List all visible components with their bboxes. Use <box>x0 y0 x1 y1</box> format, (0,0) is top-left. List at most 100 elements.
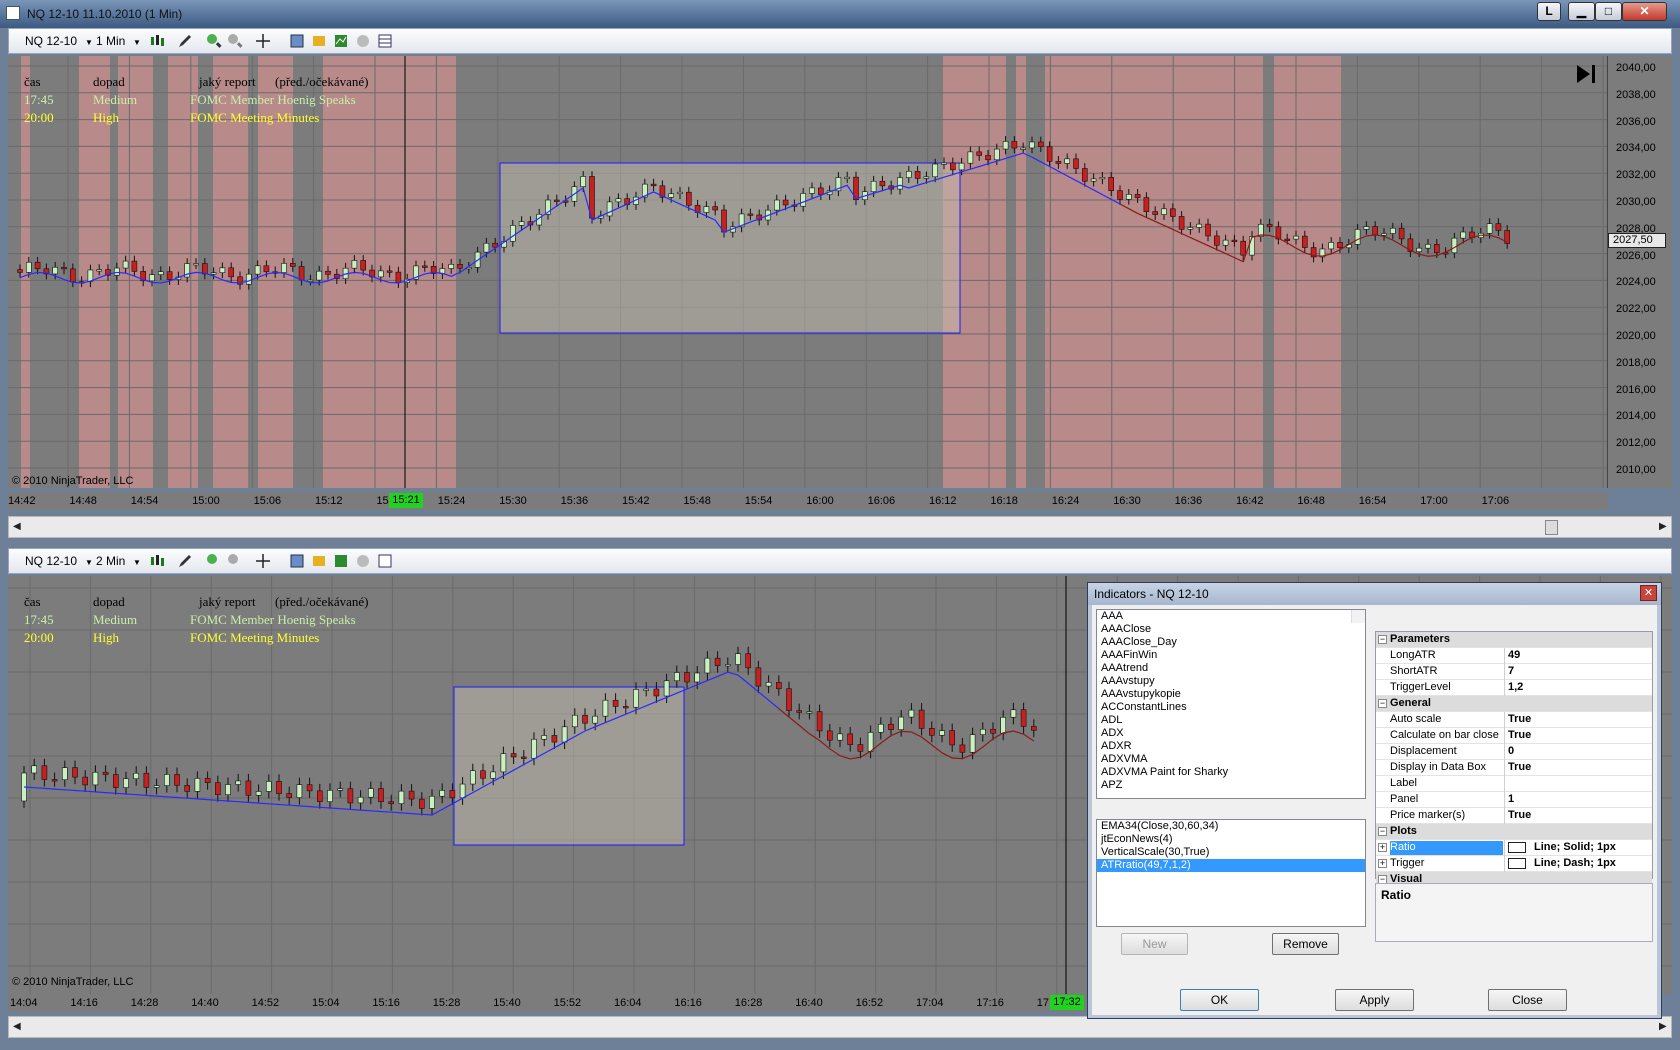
indicator-list-item[interactable]: APZ <box>1097 779 1365 792</box>
property-value[interactable]: True <box>1508 729 1531 741</box>
data-box-icon[interactable] <box>377 33 393 49</box>
property-row[interactable]: Panel 1 <box>1376 792 1652 808</box>
property-value[interactable]: 7 <box>1508 665 1514 677</box>
property-row[interactable]: TriggerLevel 1,2 <box>1376 680 1652 696</box>
property-value[interactable]: Line; Solid; 1px <box>1508 841 1616 853</box>
properties-icon[interactable] <box>289 33 305 49</box>
property-row[interactable]: Calculate on bar close True <box>1376 728 1652 744</box>
minimize-button[interactable]: ▁ <box>1568 2 1595 21</box>
chevron-down-icon[interactable]: ▼ <box>133 558 141 567</box>
time-axis-top[interactable]: 14:42 14:48 14:54 15:00 15:06 15:12 15:1 15:24 1… <box>8 492 1608 510</box>
period-selector[interactable]: 2 Min <box>96 554 125 568</box>
link-button[interactable]: L <box>1537 2 1561 21</box>
indicator-list-item[interactable]: ADL <box>1097 714 1365 727</box>
property-category[interactable]: − General <box>1376 696 1652 712</box>
property-value[interactable]: 0 <box>1508 745 1514 757</box>
crosshair-icon[interactable] <box>255 33 271 49</box>
property-value[interactable]: True <box>1508 761 1531 773</box>
ok-button[interactable]: OK <box>1180 989 1259 1011</box>
property-value[interactable]: 49 <box>1508 649 1520 661</box>
indicator-list-item[interactable]: AAA <box>1097 610 1365 623</box>
property-value[interactable]: 1 <box>1508 793 1514 805</box>
applied-indicator-item[interactable]: VerticalScale(30,True) <box>1097 846 1365 859</box>
property-value[interactable]: Line; Dash; 1px <box>1508 857 1616 869</box>
indicator-list-item[interactable]: AAAClose_Day <box>1097 636 1365 649</box>
crosshair-icon[interactable] <box>255 553 271 569</box>
chevron-down-icon[interactable]: ▼ <box>133 38 141 47</box>
draw-pencil-icon[interactable] <box>177 33 193 49</box>
candlestick-style-icon[interactable] <box>149 553 165 569</box>
property-row[interactable]: Auto scale True <box>1376 712 1652 728</box>
horizontal-scrollbar-bottom[interactable]: ◀ ▶ <box>8 1016 1672 1038</box>
indicator-list-item[interactable]: ADXR <box>1097 740 1365 753</box>
property-row[interactable]: Display in Data Box True <box>1376 760 1652 776</box>
property-category[interactable]: − Plots <box>1376 824 1652 840</box>
property-value[interactable]: True <box>1508 713 1531 725</box>
indicator-list-item[interactable]: AAAvstupykopie <box>1097 688 1365 701</box>
instrument-selector[interactable]: NQ 12-10 <box>25 554 77 568</box>
applied-indicator-item[interactable]: ATRratio(49,7,1,2) <box>1097 859 1365 872</box>
go-to-end-icon[interactable] <box>1574 62 1598 86</box>
close-icon[interactable]: ✕ <box>1640 585 1657 601</box>
candlestick-style-icon[interactable] <box>149 33 165 49</box>
remove-button[interactable]: Remove <box>1272 933 1339 955</box>
price-chart-1min[interactable]: 2040,00 2038,00 2036,00 2034,00 2032,00 2030,… <box>8 56 1672 488</box>
property-row[interactable]: + Ratio Line; Solid; 1px <box>1376 840 1652 856</box>
color-swatch[interactable] <box>1508 857 1526 869</box>
available-indicators-list[interactable]: AAA AAAClose AAAClose_Day AAAFinWin AAAtrend… <box>1096 609 1366 799</box>
expand-icon[interactable]: + <box>1378 843 1387 852</box>
indicator-list-item[interactable]: AAAtrend <box>1097 662 1365 675</box>
collapse-icon[interactable]: − <box>1378 699 1387 708</box>
scroll-right-arrow[interactable]: ▶ <box>1659 521 1667 532</box>
indicator-list-item[interactable]: ADX <box>1097 727 1365 740</box>
indicators-icon[interactable] <box>333 553 349 569</box>
applied-indicator-item[interactable]: EMA34(Close,30,60,34) <box>1097 820 1365 833</box>
scroll-left-arrow[interactable]: ◀ <box>13 521 21 532</box>
property-row[interactable]: ShortATR 7 <box>1376 664 1652 680</box>
color-swatch[interactable] <box>1508 841 1526 853</box>
indicator-list-item[interactable]: AAAvstupy <box>1097 675 1365 688</box>
properties-icon[interactable] <box>289 553 305 569</box>
property-row[interactable]: LongATR 49 <box>1376 648 1652 664</box>
applied-indicators-list[interactable]: EMA34(Close,30,60,34) jtEconNews(4) Vertic… <box>1096 819 1366 927</box>
applied-indicator-item[interactable]: jtEconNews(4) <box>1097 833 1365 846</box>
data-box-icon[interactable] <box>377 553 393 569</box>
indicator-list-item[interactable]: AAAFinWin <box>1097 649 1365 662</box>
close-window-button[interactable]: ✕ <box>1622 2 1667 21</box>
property-row[interactable]: + Trigger Line; Dash; 1px <box>1376 856 1652 872</box>
draw-pencil-icon[interactable] <box>177 553 193 569</box>
property-row[interactable]: Price marker(s) True <box>1376 808 1652 824</box>
list-scrollbar[interactable] <box>1351 610 1365 623</box>
strategy-icon[interactable] <box>311 553 327 569</box>
indicator-list-item[interactable]: AAAClose <box>1097 623 1365 636</box>
period-selector[interactable]: 1 Min <box>96 34 125 48</box>
scroll-right-arrow[interactable]: ▶ <box>1659 1021 1667 1032</box>
scroll-thumb[interactable] <box>1545 520 1558 535</box>
collapse-icon[interactable]: − <box>1378 827 1387 836</box>
property-row[interactable]: Displacement 0 <box>1376 744 1652 760</box>
zoom-out-icon[interactable] <box>227 33 243 49</box>
indicator-list-item[interactable]: ADXVMA <box>1097 753 1365 766</box>
horizontal-scrollbar-top[interactable]: ◀ ▶ <box>8 516 1672 538</box>
indicator-list-item[interactable]: ADXVMA Paint for Sharky <box>1097 766 1365 779</box>
property-value[interactable]: True <box>1508 809 1531 821</box>
zoom-in-icon[interactable] <box>206 33 222 49</box>
new-button[interactable]: New <box>1121 933 1188 955</box>
maximize-button[interactable]: □ <box>1595 2 1622 21</box>
chevron-down-icon[interactable]: ▼ <box>85 38 93 47</box>
zoom-out-icon[interactable] <box>227 553 243 569</box>
property-value[interactable]: 1,2 <box>1508 681 1523 693</box>
clock-icon[interactable] <box>355 33 371 49</box>
indicators-icon[interactable] <box>333 33 349 49</box>
time-axis-bottom[interactable]: 14:04 14:16 14:28 14:40 14:52 15:04 15:16 15:28… <box>8 994 1088 1012</box>
expand-icon[interactable]: + <box>1378 859 1387 868</box>
collapse-icon[interactable]: − <box>1378 635 1387 644</box>
scroll-left-arrow[interactable]: ◀ <box>13 1021 21 1032</box>
zoom-in-icon[interactable] <box>206 553 222 569</box>
property-grid[interactable]: − Parameters LongATR 49 ShortATR 7 TriggerLeve… <box>1375 631 1653 904</box>
instrument-selector[interactable]: NQ 12-10 <box>25 34 77 48</box>
chevron-down-icon[interactable]: ▼ <box>85 558 93 567</box>
dialog-titlebar[interactable]: Indicators - NQ 12-10 ✕ <box>1088 583 1661 605</box>
price-axis[interactable]: 2040,00 2038,00 2036,00 2034,00 2032,00 2030,… <box>1607 56 1670 488</box>
close-button[interactable]: Close <box>1488 989 1567 1011</box>
